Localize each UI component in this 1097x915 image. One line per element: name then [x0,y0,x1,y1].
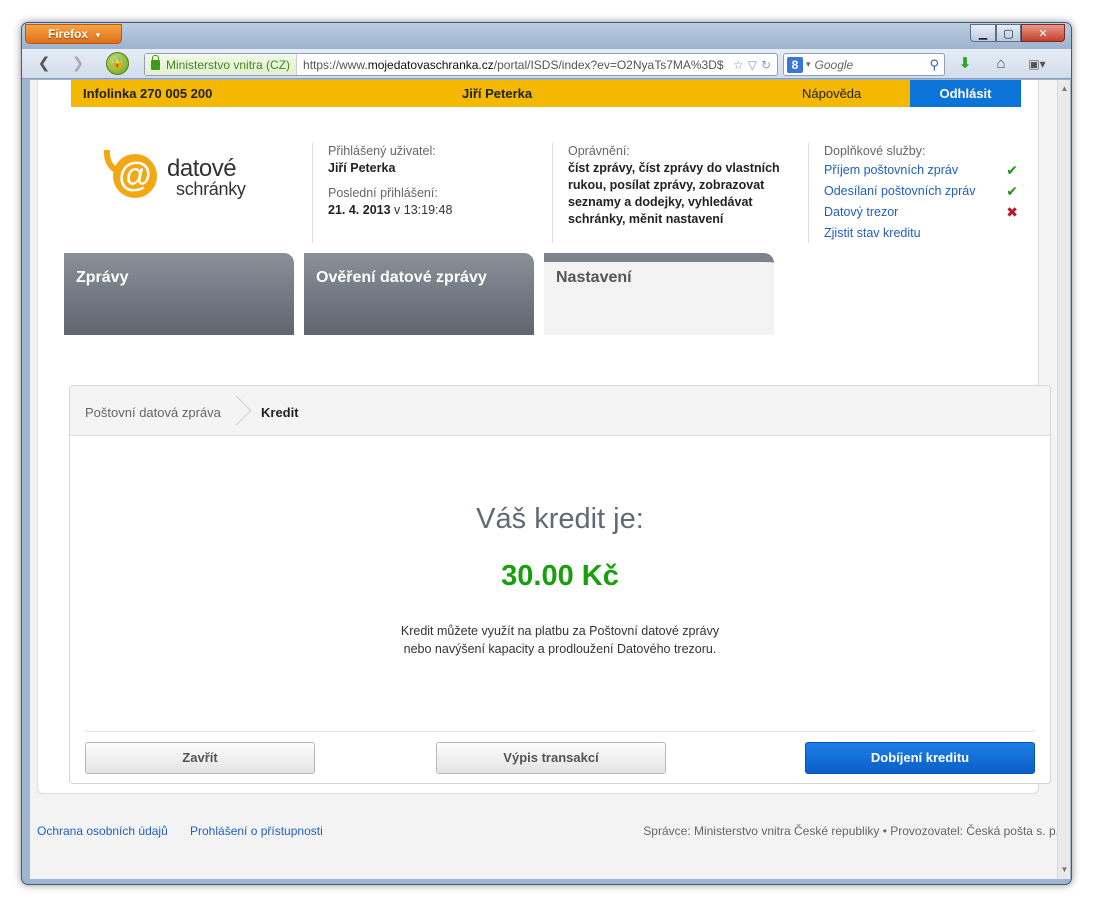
additional-services: Doplňkové služby: Příjem poštovních zprá… [808,143,1018,243]
url-domain: mojedatovaschranka.cz [367,57,494,72]
service-check-credit[interactable]: Zjistit stav kreditu [824,223,1018,244]
close-window-icon[interactable]: ✕ [1021,24,1065,42]
operator-text: Správce: Ministerstvo vnitra České repub… [643,824,1057,838]
navigation-toolbar: ❮ ❯ 🔒 Ministerstvo vnitra (CZ) https://w… [22,49,1071,79]
breadcrumb-separator-icon [230,396,252,426]
bookmarks-menu-icon[interactable]: ▣▾ [1025,54,1049,74]
last-login-time: v 13:19:48 [390,203,453,217]
site-identity-label: Ministerstvo vnitra (CZ) [166,57,291,72]
service-label[interactable]: Odesílaní poštovních zpráv [824,181,975,202]
service-postal-send[interactable]: Odesílaní poštovních zpráv ✔ [824,181,1018,202]
tab-settings[interactable]: Nastavení [544,253,774,335]
hotline-text: Infolinka 270 005 200 [83,86,213,101]
transactions-button[interactable]: Výpis transakcí [436,742,666,774]
logged-user-name: Jiří Peterka [328,161,396,175]
download-icon[interactable]: ⬇ [954,54,976,74]
service-label[interactable]: Datový trezor [824,202,898,223]
minimize-icon[interactable]: ▁ [970,24,996,42]
logo-line2: schránky [176,179,246,199]
tab-label: Zprávy [76,269,129,286]
maximize-icon[interactable]: ▢ [996,24,1021,42]
google-engine-icon[interactable]: 8 [787,56,803,73]
credit-note-line2: nebo navýšení kapacity a prodloužení Dat… [403,642,717,656]
search-icon[interactable]: ⚲ [929,57,939,73]
permissions-info: Oprávnění: číst zprávy, číst zprávy do v… [552,143,795,243]
browser-window: Firefox ▼ ▁ ▢ ✕ ❮ ❯ 🔒 Ministerstvo vnitra… [21,22,1072,885]
credit-box: Poštovní datová zpráva Kredit Váš kredit… [69,385,1051,784]
page-content: Infolinka 270 005 200 Jiří Peterka Nápov… [30,80,1057,879]
url-path: /portal/ISDS/index?ev=O2NyaTs7MA%3D$ [493,57,724,72]
datove-schranky-logo: @ datové schránky [104,150,264,210]
tab-label: Ověření datové zprávy [316,269,487,286]
search-bar[interactable]: 8 ▾ Google ⚲ [783,53,945,76]
logo-at-icon: @ [113,154,157,198]
services-label: Doplňkové služby: [824,144,926,158]
url-icons: ☆ ▽ ↻ [727,58,777,72]
privacy-link[interactable]: Ochrana osobních údajů [37,824,168,838]
permissions-label: Oprávnění: [568,144,630,158]
service-label[interactable]: Příjem poštovních zpráv [824,160,958,181]
title-bar: Firefox ▼ ▁ ▢ ✕ [22,23,1071,49]
service-postal-receive[interactable]: Příjem poštovních zpráv ✔ [824,160,1018,181]
site-identity[interactable]: Ministerstvo vnitra (CZ) [145,54,298,75]
divider [85,731,1035,732]
last-login-value: 21. 4. 2013 v 13:19:48 [328,202,542,219]
vertical-scrollbar[interactable]: ▲ ▼ [1057,80,1070,879]
forward-arrow-icon[interactable]: ❯ [66,54,90,74]
close-button[interactable]: Zavřít [85,742,315,774]
scroll-up-icon[interactable]: ▲ [1058,82,1071,96]
check-icon: ✔ [1006,183,1018,199]
logout-button[interactable]: Odhlásit [910,80,1021,107]
credit-note: Kredit můžete využít na platbu za Poštov… [70,622,1050,658]
breadcrumb-credit: Kredit [261,405,299,420]
history-dropdown-icon[interactable]: ▽ [748,58,757,72]
check-icon: ✔ [1006,162,1018,178]
url-bar[interactable]: Ministerstvo vnitra (CZ) https://www.moj… [144,53,778,76]
cross-icon: ✖ [1006,204,1018,220]
credit-note-line1: Kredit můžete využít na platbu za Poštov… [400,624,720,638]
user-info: Přihlášený uživatel: Jiří Peterka Posled… [312,143,542,243]
help-link[interactable]: Nápověda [802,86,861,101]
firefox-menu-button[interactable]: Firefox ▼ [25,24,122,44]
logged-user-label: Přihlášený uživatel: [328,144,436,158]
tab-messages[interactable]: Zprávy [64,253,294,335]
padlock-icon [151,54,160,70]
top-strip: Infolinka 270 005 200 Jiří Peterka Nápov… [71,80,1021,107]
url-text[interactable]: https://www.mojedatovaschranka.cz/portal… [297,58,727,72]
firefox-menu-label: Firefox [48,27,89,41]
top-user-name: Jiří Peterka [462,86,533,101]
scroll-down-icon[interactable]: ▼ [1058,863,1071,877]
secure-site-lock-icon[interactable]: 🔒 [106,52,129,75]
search-placeholder: Google [814,57,854,72]
home-icon[interactable]: ⌂ [990,54,1012,74]
service-label[interactable]: Zjistit stav kreditu [824,223,921,244]
last-login-label: Poslední přihlášení: [328,186,438,200]
tab-label: Nastavení [556,269,632,286]
tab-message-verification[interactable]: Ověření datové zprávy [304,253,534,335]
engine-dropdown-icon[interactable]: ▾ [806,59,811,70]
accessibility-link[interactable]: Prohlášení o přístupnosti [190,824,323,838]
breadcrumb-postal-message[interactable]: Poštovní datová zpráva [85,405,221,420]
service-data-vault[interactable]: Datový trezor ✖ [824,202,1018,223]
reload-icon[interactable]: ↻ [761,58,771,72]
breadcrumb: Poštovní datová zpráva Kredit [70,386,1050,436]
window-controls: ▁ ▢ ✕ [970,24,1065,42]
back-arrow-icon[interactable]: ❮ [32,54,56,74]
permissions-text: číst zprávy, číst zprávy do vlastních ru… [568,161,780,226]
credit-value: 30.00 Kč [501,560,619,592]
bookmark-star-icon[interactable]: ☆ [733,58,744,72]
topup-credit-button[interactable]: Dobíjení kreditu [805,742,1035,774]
dropdown-arrow-icon: ▼ [94,31,102,40]
credit-title: Váš kredit je: [476,503,644,535]
last-login-date: 21. 4. 2013 [328,203,391,217]
url-prefix: https://www. [303,57,368,72]
